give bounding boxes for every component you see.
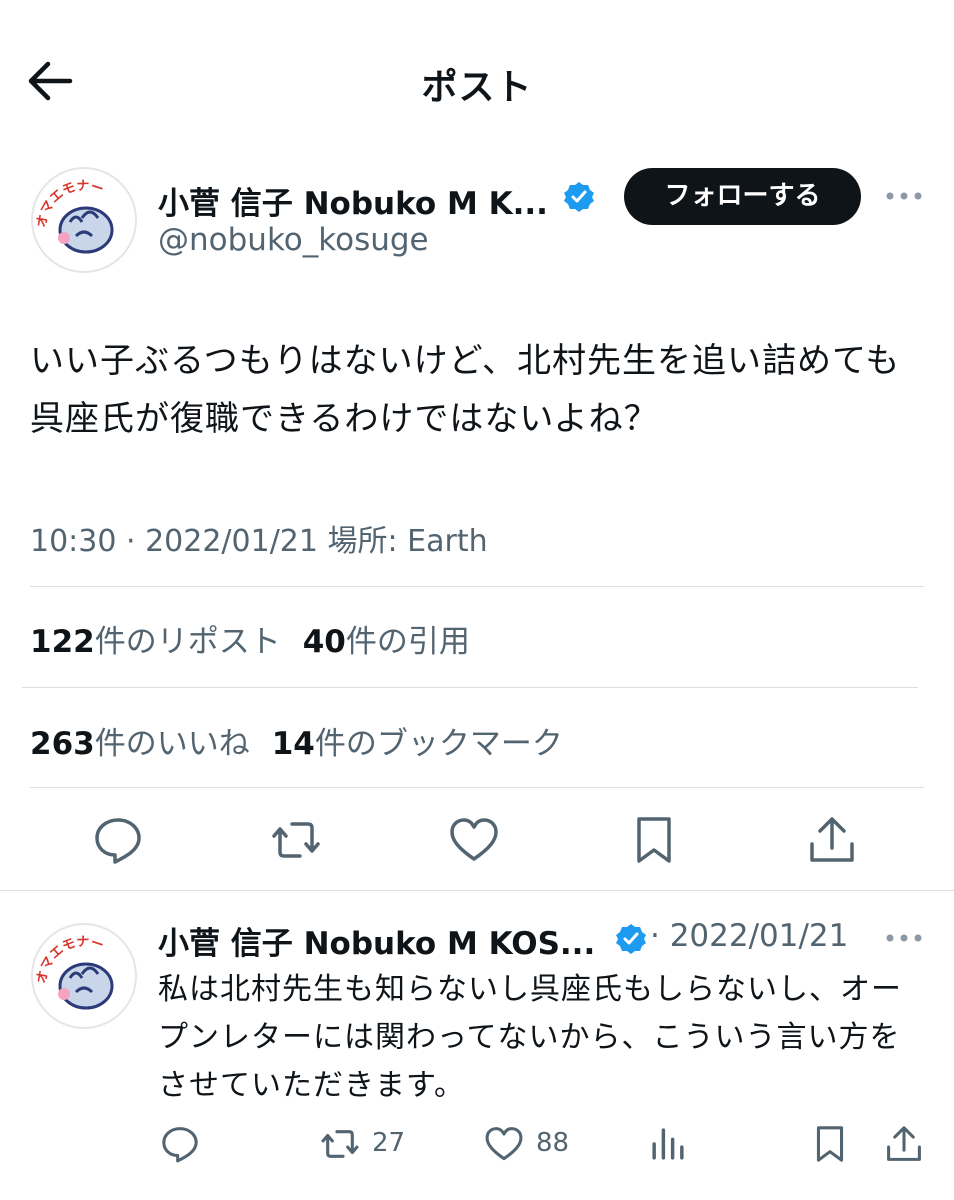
like-heart-icon[interactable] — [448, 814, 500, 866]
author-name[interactable]: 小菅 信子 Nobuko M K... — [158, 178, 548, 223]
page-title: ポスト — [421, 67, 533, 108]
divider — [22, 687, 918, 688]
tweet-timestamp[interactable]: 10:30 · 2022/01/21 場所: Earth — [30, 516, 488, 560]
divider — [0, 890, 954, 891]
like-heart-icon[interactable] — [484, 1124, 524, 1164]
divider — [30, 787, 924, 788]
follow-button[interactable]: フォローする — [624, 168, 861, 225]
retweet-icon[interactable] — [270, 814, 322, 866]
divider — [30, 586, 924, 587]
bookmarks-count[interactable]: 14 — [272, 726, 315, 762]
more-options-icon[interactable] — [884, 188, 924, 204]
bookmarks-label[interactable]: 件のブックマーク — [315, 726, 563, 762]
quotes-count[interactable]: 40 — [303, 624, 346, 660]
reposts-label[interactable]: 件のリポスト — [95, 624, 281, 660]
tweet-text: いい子ぶるつもりはないけど、北村先生を追い詰めても呉座氏が復職できるわけではない… — [30, 341, 901, 439]
top-bar: ポスト — [0, 0, 954, 165]
retweet-count: 27 — [372, 1128, 406, 1158]
retweet-icon[interactable] — [320, 1124, 360, 1164]
reply-icon[interactable] — [160, 1124, 200, 1164]
share-icon[interactable] — [806, 814, 858, 866]
reply-date[interactable]: · 2022/01/21 — [650, 918, 848, 954]
likes-label[interactable]: 件のいいね — [95, 726, 250, 762]
verified-badge-icon — [564, 182, 594, 212]
share-icon[interactable] — [884, 1124, 924, 1164]
like-bookmark-stats: 263件のいいね 14件のブックマーク — [30, 718, 585, 763]
avatar-image: オマエモナー — [31, 923, 137, 1029]
analytics-icon[interactable] — [648, 1124, 688, 1164]
likes-count[interactable]: 263 — [30, 726, 95, 762]
more-options-icon[interactable] — [884, 930, 924, 946]
reply-icon[interactable] — [92, 814, 144, 866]
reposts-count[interactable]: 122 — [30, 624, 95, 660]
reply-avatar[interactable]: オマエモナー — [30, 922, 138, 1030]
avatar-image: オマエモナー — [31, 167, 137, 273]
author-handle[interactable]: @nobuko_kosuge — [158, 222, 429, 258]
quotes-label[interactable]: 件の引用 — [346, 624, 470, 660]
avatar[interactable]: オマエモナー — [30, 166, 138, 274]
like-count: 88 — [536, 1128, 570, 1158]
bookmark-icon[interactable] — [628, 814, 680, 866]
reply-author-name[interactable]: 小菅 信子 Nobuko M KOS... — [158, 918, 595, 963]
bookmark-icon[interactable] — [810, 1124, 850, 1164]
verified-badge-icon — [616, 924, 646, 954]
reply-text: 私は北村先生も知らないし呉座氏もしらないし、オープンレターには関わってないから、… — [158, 972, 902, 1103]
repost-quote-stats: 122件のリポスト 40件の引用 — [30, 616, 492, 661]
